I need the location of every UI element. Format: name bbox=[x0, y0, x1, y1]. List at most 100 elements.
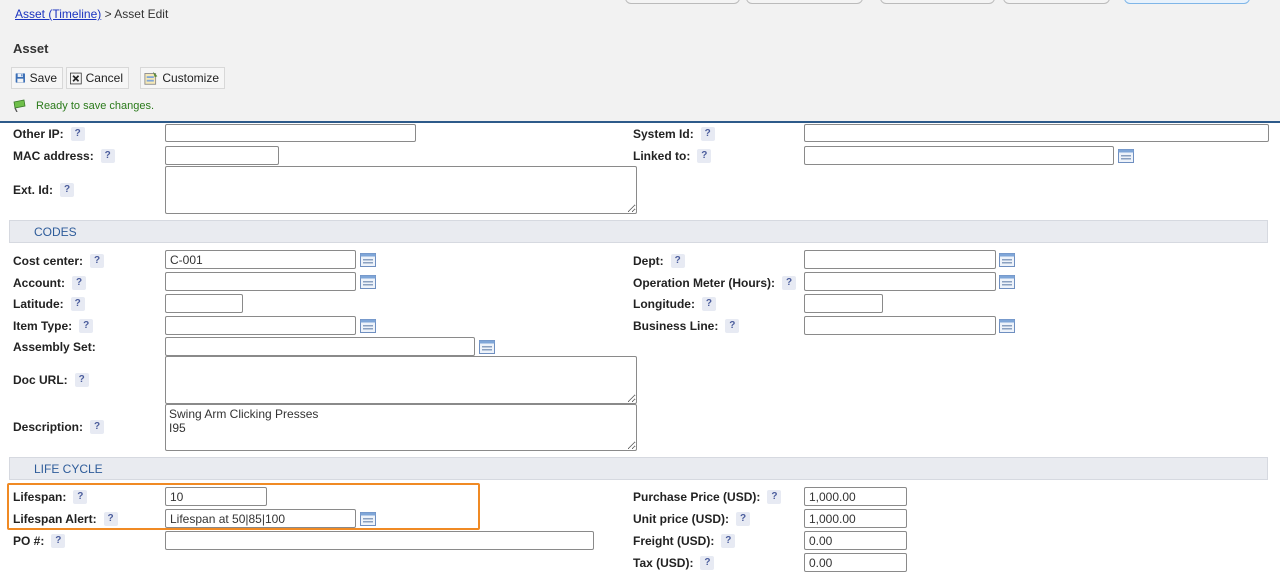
business-line-input[interactable] bbox=[804, 316, 996, 335]
help-icon[interactable]: ? bbox=[90, 253, 105, 268]
lookup-list-icon[interactable] bbox=[360, 319, 376, 333]
account-label: Account:? bbox=[13, 275, 86, 290]
lifespan-alert-input[interactable] bbox=[165, 509, 356, 528]
customize-icon bbox=[144, 71, 158, 85]
lookup-list-icon[interactable] bbox=[999, 275, 1015, 289]
ext-id-textarea[interactable] bbox=[165, 166, 637, 214]
top-button-4[interactable] bbox=[1003, 0, 1110, 4]
lookup-list-icon[interactable] bbox=[999, 319, 1015, 333]
help-icon[interactable]: ? bbox=[73, 489, 88, 504]
item-type-label: Item Type:? bbox=[13, 318, 94, 333]
other-ip-label: Other IP:? bbox=[13, 126, 85, 141]
help-icon[interactable]: ? bbox=[100, 148, 115, 163]
lifespan-label: Lifespan:? bbox=[13, 489, 88, 504]
help-icon[interactable]: ? bbox=[70, 296, 85, 311]
cost-center-label: Cost center:? bbox=[13, 253, 105, 268]
lookup-list-icon[interactable] bbox=[479, 340, 495, 354]
lookup-list-icon[interactable] bbox=[999, 253, 1015, 267]
help-icon[interactable]: ? bbox=[70, 126, 85, 141]
assembly-set-label: Assembly Set: bbox=[13, 339, 96, 354]
flag-icon bbox=[13, 99, 26, 112]
dept-label: Dept:? bbox=[633, 253, 685, 268]
help-icon[interactable]: ? bbox=[90, 419, 105, 434]
cancel-label: Cancel bbox=[85, 71, 123, 85]
top-button-1[interactable] bbox=[625, 0, 740, 4]
unit-price-label: Unit price (USD):? bbox=[633, 511, 750, 526]
customize-label: Customize bbox=[162, 71, 219, 85]
operation-meter-label: Operation Meter (Hours):? bbox=[633, 275, 797, 290]
tax-input[interactable] bbox=[804, 553, 907, 572]
doc-url-textarea[interactable] bbox=[165, 356, 637, 404]
lookup-list-icon[interactable] bbox=[360, 275, 376, 289]
help-icon[interactable]: ? bbox=[721, 533, 736, 548]
status-text: Ready to save changes. bbox=[36, 99, 155, 112]
floppy-disk-icon bbox=[15, 73, 25, 83]
latitude-label: Latitude:? bbox=[13, 296, 85, 311]
description-label: Description:? bbox=[13, 419, 105, 434]
help-icon[interactable]: ? bbox=[74, 372, 89, 387]
unit-price-input[interactable] bbox=[804, 509, 907, 528]
page-title: Asset bbox=[13, 41, 49, 56]
purchase-price-input[interactable] bbox=[804, 487, 907, 506]
top-button-2[interactable] bbox=[746, 0, 863, 4]
section-header-codes: CODES bbox=[9, 220, 1268, 243]
breadcrumb-current: Asset Edit bbox=[114, 7, 169, 21]
customize-button[interactable]: Customize bbox=[140, 67, 225, 89]
latitude-input[interactable] bbox=[165, 294, 243, 313]
linked-to-label: Linked to:? bbox=[633, 148, 712, 163]
help-icon[interactable]: ? bbox=[767, 489, 782, 504]
account-input[interactable] bbox=[165, 272, 356, 291]
lookup-list-icon[interactable] bbox=[360, 253, 376, 267]
status-message: Ready to save changes. bbox=[13, 99, 154, 112]
help-icon[interactable]: ? bbox=[72, 275, 86, 290]
operation-meter-input[interactable] bbox=[804, 272, 996, 291]
help-icon[interactable]: ? bbox=[60, 182, 75, 197]
dept-input[interactable] bbox=[804, 250, 996, 269]
help-icon[interactable]: ? bbox=[79, 318, 94, 333]
lifespan-input[interactable] bbox=[165, 487, 267, 506]
help-icon[interactable]: ? bbox=[700, 555, 715, 570]
mac-address-label: MAC address:? bbox=[13, 148, 115, 163]
system-id-label: System Id:? bbox=[633, 126, 715, 141]
help-icon[interactable]: ? bbox=[701, 296, 716, 311]
freight-label: Freight (USD):? bbox=[633, 533, 736, 548]
mac-address-input[interactable] bbox=[165, 146, 279, 165]
close-box-icon bbox=[70, 72, 82, 84]
system-id-input[interactable] bbox=[804, 124, 1269, 142]
tax-label: Tax (USD):? bbox=[633, 555, 715, 570]
ext-id-label: Ext. Id:? bbox=[13, 182, 75, 197]
doc-url-label: Doc URL:? bbox=[13, 372, 89, 387]
longitude-label: Longitude:? bbox=[633, 296, 716, 311]
purchase-price-label: Purchase Price (USD):? bbox=[633, 489, 782, 504]
help-icon[interactable]: ? bbox=[51, 533, 66, 548]
cost-center-input[interactable] bbox=[165, 250, 356, 269]
help-icon[interactable]: ? bbox=[736, 511, 750, 526]
top-button-primary[interactable] bbox=[1124, 0, 1250, 4]
top-button-3[interactable] bbox=[880, 0, 995, 4]
help-icon[interactable]: ? bbox=[103, 511, 118, 526]
breadcrumb: Asset (Timeline) > Asset Edit bbox=[15, 7, 168, 21]
longitude-input[interactable] bbox=[804, 294, 883, 313]
cancel-button[interactable]: Cancel bbox=[66, 67, 129, 89]
description-textarea[interactable]: Swing Arm Clicking Presses I95 bbox=[165, 404, 637, 451]
breadcrumb-separator: > bbox=[101, 7, 115, 21]
po-number-input[interactable] bbox=[165, 531, 594, 550]
help-icon[interactable]: ? bbox=[725, 318, 740, 333]
help-icon[interactable]: ? bbox=[782, 275, 797, 290]
po-number-label: PO #:? bbox=[13, 533, 66, 548]
section-header-life-cycle: LIFE CYCLE bbox=[9, 457, 1268, 480]
help-icon[interactable]: ? bbox=[697, 148, 712, 163]
lookup-list-icon[interactable] bbox=[360, 512, 376, 526]
linked-to-input[interactable] bbox=[804, 146, 1114, 165]
business-line-label: Business Line:? bbox=[633, 318, 740, 333]
assembly-set-input[interactable] bbox=[165, 337, 475, 356]
other-ip-input[interactable] bbox=[165, 124, 416, 142]
breadcrumb-link-asset-timeline[interactable]: Asset (Timeline) bbox=[15, 7, 101, 21]
item-type-input[interactable] bbox=[165, 316, 356, 335]
save-button[interactable]: Save bbox=[11, 67, 63, 89]
lifespan-alert-label: Lifespan Alert:? bbox=[13, 511, 118, 526]
lookup-list-icon[interactable] bbox=[1118, 149, 1134, 163]
help-icon[interactable]: ? bbox=[670, 253, 685, 268]
freight-input[interactable] bbox=[804, 531, 907, 550]
help-icon[interactable]: ? bbox=[700, 126, 715, 141]
